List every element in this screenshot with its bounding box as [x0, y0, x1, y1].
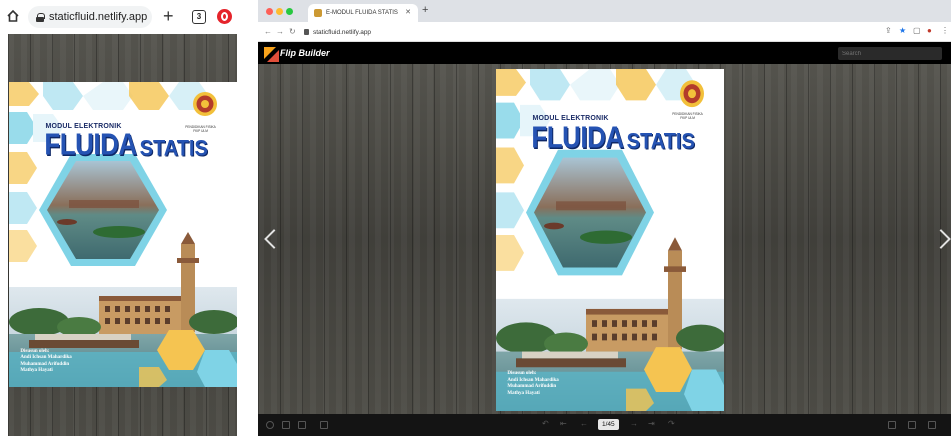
sound-icon[interactable]	[888, 421, 896, 429]
next-page-icon[interactable]	[936, 228, 950, 252]
tab-title: E-MODUL FLUIDA STATIS	[326, 10, 398, 16]
screenshot-root: staticfluid.netlify.app + 3 MODUL ELEKTR…	[0, 0, 951, 436]
author-name: Mathya Hayati	[507, 390, 540, 396]
cover-university: PENDIDIKAN FISIKA FKIP ULM	[672, 111, 703, 120]
profile-icon[interactable]: ●	[927, 26, 932, 35]
mobile-browser: staticfluid.netlify.app + 3 MODUL ELEKTR…	[0, 0, 245, 436]
mobile-url-text: staticfluid.netlify.app	[49, 11, 148, 23]
first-page-icon[interactable]: ⇤	[560, 419, 567, 428]
mobile-address-bar[interactable]: staticfluid.netlify.app	[28, 6, 152, 28]
author-name: Andi Ichsan Mahardika	[20, 355, 72, 361]
minimize-window-icon[interactable]	[276, 8, 283, 15]
cover-authors: Disusun oleh: Andi Ichsan Mahardika Muha…	[507, 371, 558, 397]
cover-title: FLUIDA STATIS	[531, 120, 695, 156]
home-icon[interactable]	[6, 9, 20, 23]
menu-icon[interactable]: ⋮	[941, 26, 949, 35]
desktop-book-cover[interactable]: MODUL ELEKTRONIK FLUIDA STATIS PENDIDIKAN…	[496, 69, 724, 411]
next-page-button-icon[interactable]: →	[630, 419, 638, 428]
lock-icon	[304, 29, 309, 35]
close-tab-icon[interactable]: ✕	[405, 8, 411, 16]
last-page-icon[interactable]: ⇥	[648, 419, 655, 428]
page-indicator[interactable]: 1/45	[598, 419, 619, 430]
author-name: Muhammad Arifuddin	[507, 384, 557, 390]
new-tab-icon[interactable]: +	[422, 4, 428, 16]
reload-icon[interactable]: ↻	[289, 27, 296, 36]
app-name: Flip Builder	[280, 48, 330, 58]
tab-count-button[interactable]: 3	[192, 10, 206, 24]
address-url-text: staticfluid.netlify.app	[313, 28, 372, 36]
forward-icon[interactable]: →	[276, 27, 284, 36]
cover-title-second: STATIS	[139, 137, 208, 162]
flip-builder-logo: Flip Builder	[264, 47, 330, 62]
browser-tab[interactable]: E-MODUL FLUIDA STATIS ✕	[308, 4, 418, 22]
fullscreen-icon[interactable]	[908, 421, 916, 429]
previous-page-icon[interactable]	[264, 228, 278, 252]
extensions-icon[interactable]: ▢	[913, 26, 921, 35]
redo-icon[interactable]: ↷	[668, 419, 675, 428]
close-window-icon[interactable]	[266, 8, 273, 15]
address-toolbar: ← → ↻ staticfluid.netlify.app ⇪ ★ ▢ ● ⋮	[258, 22, 951, 42]
opera-icon[interactable]	[217, 9, 232, 24]
zoom-icon[interactable]	[266, 421, 274, 429]
author-name: Mathya Hayati	[20, 368, 53, 374]
more-options-icon[interactable]	[928, 421, 936, 429]
cover-title: FLUIDA STATIS	[44, 127, 208, 163]
undo-icon[interactable]: ↶	[542, 419, 549, 428]
new-tab-icon[interactable]: +	[163, 6, 174, 26]
back-icon[interactable]: ←	[264, 27, 272, 36]
share-icon[interactable]: ⇪	[885, 26, 892, 35]
flipbook-topbar: Flip Builder	[258, 42, 951, 64]
maximize-window-icon[interactable]	[286, 8, 293, 15]
address-bar[interactable]: staticfluid.netlify.app	[304, 26, 371, 38]
flipbook-bottombar: ↶ ⇤ ← 1/45 → ⇥ ↷	[258, 414, 951, 436]
bookmark-star-icon[interactable]: ★	[899, 26, 906, 35]
cover-university: PENDIDIKAN FISIKA FKIP ULM	[185, 124, 216, 133]
mobile-toolbar: staticfluid.netlify.app + 3	[0, 0, 245, 34]
mobile-book-cover[interactable]: MODUL ELEKTRONIK FLUIDA STATIS PENDIDIKAN…	[9, 82, 237, 387]
cover-title-second: STATIS	[626, 130, 695, 155]
favicon-icon	[314, 9, 322, 17]
search-input[interactable]	[838, 47, 942, 60]
cover-title-main: FLUIDA	[531, 119, 624, 156]
thumbnails-icon[interactable]	[282, 421, 290, 429]
prev-page-icon[interactable]: ←	[580, 419, 588, 428]
home-icon[interactable]	[320, 421, 328, 429]
lock-icon	[36, 12, 45, 22]
tab-strip: E-MODUL FLUIDA STATIS ✕ +	[258, 0, 951, 22]
flip-builder-logo-icon	[264, 47, 279, 62]
cover-authors: Disusun oleh: Andi Ichsan Mahardika Muha…	[20, 349, 71, 375]
cover-title-main: FLUIDA	[44, 126, 137, 163]
table-of-contents-icon[interactable]	[298, 421, 306, 429]
